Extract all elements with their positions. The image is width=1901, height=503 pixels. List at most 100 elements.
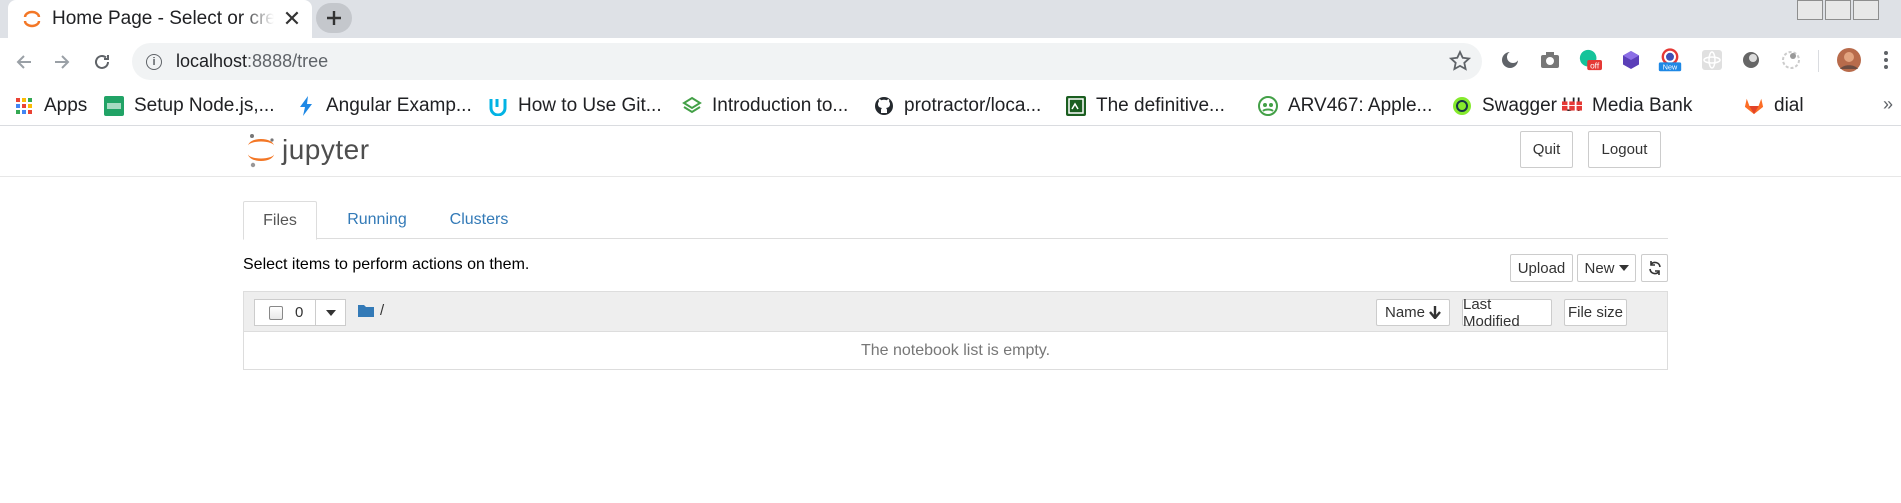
- grammarly-extension-icon[interactable]: off: [1578, 48, 1602, 72]
- url-text: localhost:8888/tree: [176, 51, 329, 71]
- jupyter-tabs: Files Running Clusters: [243, 201, 1668, 240]
- sort-by-file-size-button[interactable]: File size: [1564, 299, 1627, 326]
- bookmark-introduction[interactable]: Introduction to...: [682, 94, 848, 118]
- bookmarks-bar: Apps Setup Node.js,... Angular Examp... …: [0, 86, 1901, 126]
- bookmark-label: Setup Node.js,...: [134, 95, 275, 116]
- tab-running[interactable]: Running: [329, 201, 425, 239]
- plus-icon: [327, 11, 341, 25]
- bookmark-label: protractor/loca...: [904, 95, 1042, 116]
- breadcrumb-root: /: [380, 302, 385, 319]
- forward-button[interactable]: [48, 48, 76, 76]
- bookmark-arv467[interactable]: ARV467: Apple...: [1258, 94, 1432, 118]
- quit-button[interactable]: Quit: [1520, 131, 1573, 168]
- gitlab-icon: [1744, 96, 1764, 116]
- forward-arrow-icon: [55, 55, 70, 69]
- tab-strip: Home Page - Select or create a notebook …: [0, 0, 1901, 38]
- camera-extension-icon[interactable]: [1538, 48, 1562, 72]
- logo-text: jupyter: [282, 134, 370, 165]
- jupyter-logo[interactable]: jupyter: [246, 132, 370, 168]
- dark-mode-extension-icon[interactable]: [1498, 48, 1522, 72]
- bookmark-label: Angular Examp...: [326, 95, 472, 116]
- refresh-button[interactable]: [1641, 254, 1668, 282]
- bookmark-label: The definitive...: [1096, 95, 1225, 116]
- new-dropdown-button[interactable]: New: [1577, 254, 1636, 282]
- bookmarks-overflow-button[interactable]: »: [1883, 94, 1893, 115]
- refresh-icon: [1648, 261, 1661, 275]
- select-all-group: 0: [254, 299, 346, 326]
- folder-icon: [358, 305, 374, 317]
- layers-icon: [682, 96, 702, 116]
- jupyter-favicon-icon: [23, 10, 41, 28]
- jupyter-logo-icon: [248, 134, 274, 168]
- notebook-list: 0 / Name Last Modified File size The not…: [243, 291, 1668, 370]
- djam-icon: [104, 96, 124, 116]
- svg-text:New: New: [1663, 63, 1678, 72]
- breadcrumb[interactable]: /: [358, 302, 384, 319]
- browser-menu-icon[interactable]: [1874, 48, 1898, 72]
- notebook-list-header: 0 / Name Last Modified File size: [244, 292, 1667, 332]
- browser-toolbar: i localhost:8888/tree off New: [0, 38, 1901, 86]
- name-column-label: Name: [1384, 304, 1425, 321]
- upload-button[interactable]: Upload: [1510, 254, 1573, 282]
- spinner-extension-icon[interactable]: [1779, 48, 1803, 72]
- tab-clusters[interactable]: Clusters: [431, 201, 527, 239]
- reload-button[interactable]: [88, 48, 116, 76]
- caret-down-icon: [325, 309, 336, 316]
- jupyter-header: jupyter Quit Logout: [0, 126, 1901, 177]
- select-menu-button[interactable]: [316, 299, 346, 326]
- toolbar-divider: [1818, 50, 1819, 72]
- select-all-box[interactable]: 0: [254, 299, 316, 326]
- bookmark-label: ARV467: Apple...: [1288, 95, 1433, 116]
- sort-by-last-modified-button[interactable]: Last Modified: [1462, 296, 1552, 330]
- bookmark-angular-example[interactable]: Angular Examp...: [296, 94, 472, 118]
- selected-count: 0: [295, 304, 304, 321]
- bookmark-protractor[interactable]: protractor/loca...: [874, 94, 1041, 118]
- cube-extension-icon[interactable]: [1619, 48, 1643, 72]
- site-info-icon[interactable]: i: [146, 53, 162, 70]
- bookmark-setup-node[interactable]: Setup Node.js,...: [104, 94, 274, 118]
- close-window-button[interactable]: [1853, 0, 1879, 20]
- bookmark-label: Apps: [44, 95, 88, 116]
- bookmark-label: Introduction to...: [712, 95, 849, 116]
- back-arrow-icon: [16, 55, 31, 69]
- tab-files[interactable]: Files: [243, 201, 317, 240]
- tab-title: Home Page - Select or create a notebook: [52, 8, 274, 29]
- tab-close-icon[interactable]: ✕: [280, 6, 304, 32]
- people-icon: [1258, 96, 1278, 116]
- new-badge-extension-icon[interactable]: New: [1658, 48, 1682, 72]
- restore-window-button[interactable]: [1825, 0, 1851, 20]
- bookmark-label: Media Bank: [1592, 95, 1693, 116]
- bookmark-apps[interactable]: Apps: [14, 94, 87, 118]
- new-tab-button[interactable]: [316, 3, 352, 33]
- udacity-icon: [488, 96, 508, 116]
- svg-text:off: off: [1590, 60, 1600, 70]
- select-all-checkbox[interactable]: [269, 305, 283, 320]
- bookmark-label: dial: [1774, 95, 1804, 116]
- github-icon: [874, 96, 894, 116]
- browser-tab[interactable]: Home Page - Select or create a notebook …: [8, 0, 312, 38]
- new-label: New: [1584, 259, 1615, 277]
- bookmark-how-to-use-git[interactable]: How to Use Git...: [488, 94, 662, 118]
- minimize-window-button[interactable]: [1797, 0, 1823, 20]
- bookmark-label: How to Use Git...: [518, 95, 662, 116]
- address-bar[interactable]: i localhost:8888/tree: [132, 43, 1482, 80]
- profile-avatar[interactable]: [1835, 46, 1863, 74]
- bookmark-star-icon[interactable]: [1448, 49, 1472, 73]
- empty-list-message: The notebook list is empty.: [860, 342, 1051, 359]
- arrow-down-icon: [1429, 306, 1441, 319]
- sort-by-name-button[interactable]: Name: [1376, 299, 1450, 326]
- back-button[interactable]: [10, 48, 38, 76]
- apps-grid-icon: [14, 96, 34, 116]
- bookmark-media-bank[interactable]: Media Bank: [1562, 94, 1692, 118]
- selection-hint: Select items to perform actions on them.: [243, 256, 530, 273]
- caret-down-icon: [1618, 265, 1629, 271]
- terminal-icon: [1066, 96, 1086, 116]
- swagger-icon: [1452, 96, 1472, 116]
- reload-icon: [95, 54, 109, 69]
- logout-button[interactable]: Logout: [1588, 131, 1661, 168]
- abb-icon: [1562, 96, 1582, 116]
- bookmark-dial[interactable]: dial: [1744, 94, 1804, 118]
- react-devtools-extension-icon[interactable]: [1700, 48, 1724, 72]
- circle-extension-icon[interactable]: [1739, 48, 1763, 72]
- bookmark-the-definitive[interactable]: The definitive...: [1066, 94, 1225, 118]
